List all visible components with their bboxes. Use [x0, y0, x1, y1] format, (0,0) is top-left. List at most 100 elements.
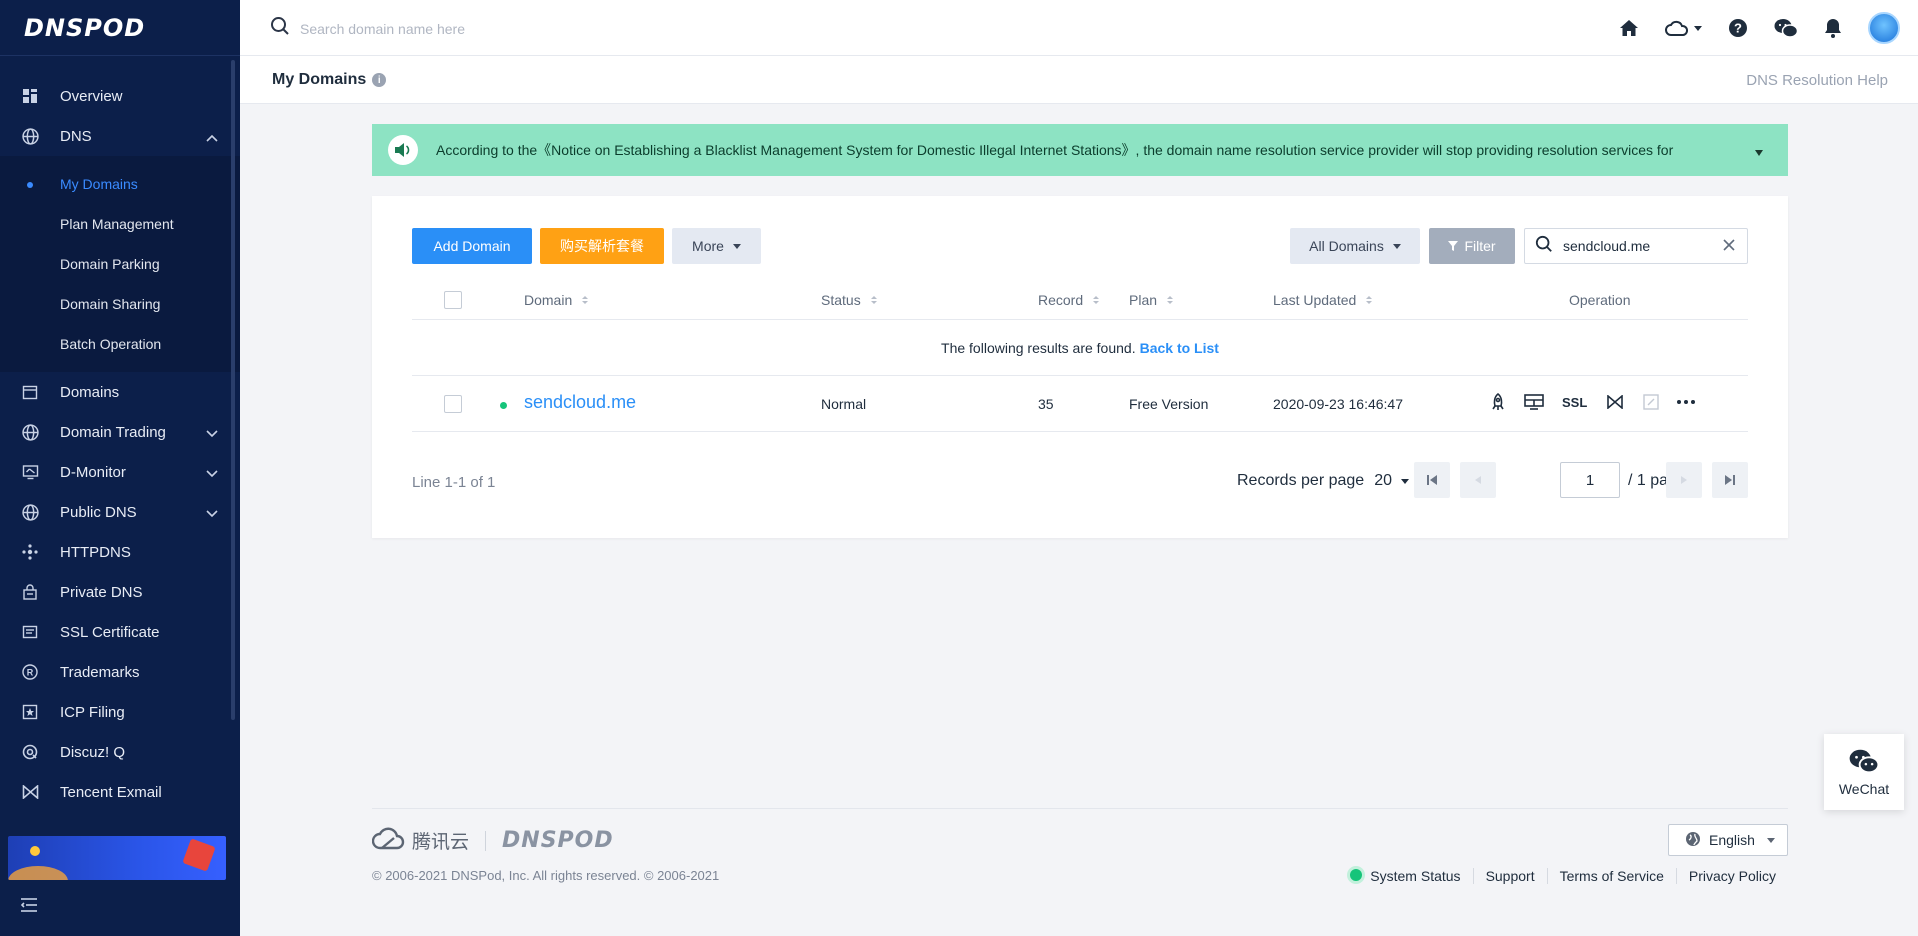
- registered-icon: R: [20, 662, 40, 682]
- sidebar-scrollbar[interactable]: [231, 60, 235, 720]
- sidebar-item-domain-parking[interactable]: Domain Parking: [0, 244, 240, 284]
- info-icon[interactable]: i: [372, 73, 387, 87]
- filter-label: Filter: [1464, 238, 1496, 254]
- system-status-link[interactable]: System Status: [1338, 868, 1472, 884]
- domain-search-input[interactable]: sendcloud.me: [1524, 228, 1748, 264]
- monitor-icon[interactable]: [1524, 394, 1544, 410]
- page-number-input[interactable]: 1: [1560, 462, 1620, 498]
- row-checkbox[interactable]: [444, 395, 462, 413]
- all-domains-dropdown[interactable]: All Domains: [1290, 228, 1420, 264]
- expand-notice-icon[interactable]: [1754, 144, 1764, 162]
- column-label: Domain: [524, 292, 573, 308]
- sidebar-item-label: Trademarks: [60, 663, 140, 681]
- global-search[interactable]: Search domain name here: [270, 16, 465, 41]
- column-label: Last Updated: [1273, 292, 1357, 308]
- column-domain[interactable]: Domain: [524, 292, 589, 308]
- more-dropdown[interactable]: More: [672, 228, 761, 264]
- sidebar-item-my-domains[interactable]: My Domains: [0, 164, 240, 204]
- filter-button[interactable]: Filter: [1429, 228, 1515, 264]
- sort-icon: [1093, 296, 1100, 304]
- language-select[interactable]: English: [1668, 824, 1788, 856]
- sidebar-item-tencent-exmail[interactable]: Tencent Exmail: [0, 772, 240, 812]
- add-domain-button[interactable]: Add Domain: [412, 228, 532, 264]
- table-row: sendcloud.me Normal 35 Free Version 2020…: [412, 376, 1748, 432]
- sidebar-item-icp-filing[interactable]: ICP Filing: [0, 692, 240, 732]
- sidebar-item-d-monitor[interactable]: D-Monitor: [0, 452, 240, 492]
- wechat-float-button[interactable]: WeChat: [1824, 734, 1904, 810]
- promo-banner[interactable]: [8, 836, 226, 880]
- first-page-button[interactable]: [1414, 462, 1450, 498]
- notification-bell-icon[interactable]: [1824, 18, 1842, 38]
- sidebar-item-dns[interactable]: DNS: [0, 116, 240, 156]
- sidebar-item-plan-management[interactable]: Plan Management: [0, 204, 240, 244]
- back-to-list-link[interactable]: Back to List: [1140, 340, 1219, 356]
- support-link[interactable]: Support: [1472, 868, 1547, 884]
- next-page-button[interactable]: [1666, 462, 1702, 498]
- tencent-cloud-text: 腾讯云: [412, 831, 470, 853]
- collapse-sidebar-icon[interactable]: [20, 898, 38, 917]
- caret-down-icon: [732, 243, 741, 249]
- clear-search-icon[interactable]: [1721, 237, 1737, 258]
- sidebar-item-batch-operation[interactable]: Batch Operation: [0, 324, 240, 364]
- sidebar-item-discuz-q[interactable]: Discuz! Q: [0, 732, 240, 772]
- nodes-icon: [20, 542, 40, 562]
- plan-cell: Free Version: [1129, 396, 1209, 412]
- note-icon[interactable]: [1643, 394, 1659, 410]
- footer-brand: 腾讯云 DNSPOD: [371, 826, 614, 855]
- notice-text: According to the《Notice on Establishing …: [436, 142, 1674, 158]
- records-per-page[interactable]: Records per page 20: [1237, 472, 1409, 490]
- privacy-policy-link[interactable]: Privacy Policy: [1675, 868, 1788, 884]
- sidebar-item-public-dns[interactable]: Public DNS: [0, 492, 240, 532]
- title-bar: My Domains i DNS Resolution Help: [240, 56, 1918, 104]
- column-status[interactable]: Status: [821, 292, 877, 308]
- buy-plan-button[interactable]: 购买解析套餐: [540, 228, 664, 264]
- cloud-menu-icon[interactable]: [1665, 20, 1702, 36]
- sidebar-item-label: SSL Certificate: [60, 623, 160, 641]
- sidebar-item-overview[interactable]: Overview: [0, 76, 240, 116]
- dns-resolution-help-link[interactable]: DNS Resolution Help: [1746, 72, 1888, 89]
- ssl-icon[interactable]: SSL: [1562, 395, 1587, 410]
- column-plan[interactable]: Plan: [1129, 292, 1174, 308]
- sidebar-item-trademarks[interactable]: R Trademarks: [0, 652, 240, 692]
- chevron-down-icon: [1694, 25, 1702, 31]
- page-title-text: My Domains: [272, 71, 367, 88]
- sidebar-item-label: ICP Filing: [60, 703, 125, 721]
- domain-link[interactable]: sendcloud.me: [524, 392, 636, 413]
- discuz-icon: [20, 742, 40, 762]
- column-last-updated[interactable]: Last Updated: [1273, 292, 1373, 308]
- help-icon[interactable]: ?: [1728, 18, 1748, 38]
- sidebar-item-ssl-certificate[interactable]: SSL Certificate: [0, 612, 240, 652]
- sidebar-item-label: Discuz! Q: [60, 743, 126, 761]
- dnspod-logo[interactable]: DNSPOD: [0, 0, 240, 56]
- wechat-icon[interactable]: [1774, 18, 1798, 38]
- svg-text:R: R: [27, 668, 34, 678]
- sidebar-item-label: Tencent Exmail: [60, 783, 162, 801]
- prev-page-button[interactable]: [1460, 462, 1496, 498]
- select-all-checkbox[interactable]: [444, 291, 462, 309]
- sidebar-nav: Overview DNS My Domains Plan Management …: [0, 56, 240, 812]
- more-actions-icon[interactable]: [1677, 400, 1696, 404]
- sidebar-item-domains[interactable]: Domains: [0, 372, 240, 412]
- sidebar-item-domain-sharing[interactable]: Domain Sharing: [0, 284, 240, 324]
- footer-link-label: System Status: [1370, 868, 1461, 884]
- last-updated-cell: 2020-09-23 16:46:47: [1273, 396, 1403, 412]
- sidebar-item-httpdns[interactable]: HTTPDNS: [0, 532, 240, 572]
- pagination-bar: Line 1-1 of 1 Records per page 20 1 / 1 …: [412, 462, 1748, 502]
- exmail-icon[interactable]: [1605, 395, 1625, 409]
- copyright-text: © 2006-2021 DNSPod, Inc. All rights rese…: [372, 868, 720, 883]
- last-page-button[interactable]: [1712, 462, 1748, 498]
- record-count-cell[interactable]: 35: [1038, 396, 1054, 412]
- terms-of-service-link[interactable]: Terms of Service: [1546, 868, 1676, 884]
- top-icons: ?: [1593, 12, 1900, 44]
- sidebar-item-private-dns[interactable]: Private DNS: [0, 572, 240, 612]
- sidebar-item-domain-trading[interactable]: Domain Trading: [0, 412, 240, 452]
- rocket-icon[interactable]: [1490, 393, 1506, 411]
- sidebar-item-label: Domain Trading: [60, 423, 166, 441]
- avatar[interactable]: [1868, 12, 1900, 44]
- search-input[interactable]: Search domain name here: [300, 21, 465, 37]
- svg-text:?: ?: [1734, 21, 1742, 36]
- wechat-icon: [1849, 748, 1880, 777]
- home-icon[interactable]: [1619, 19, 1639, 37]
- table-header: Domain Status Record Plan Last Updated O…: [412, 280, 1748, 320]
- column-record[interactable]: Record: [1038, 292, 1100, 308]
